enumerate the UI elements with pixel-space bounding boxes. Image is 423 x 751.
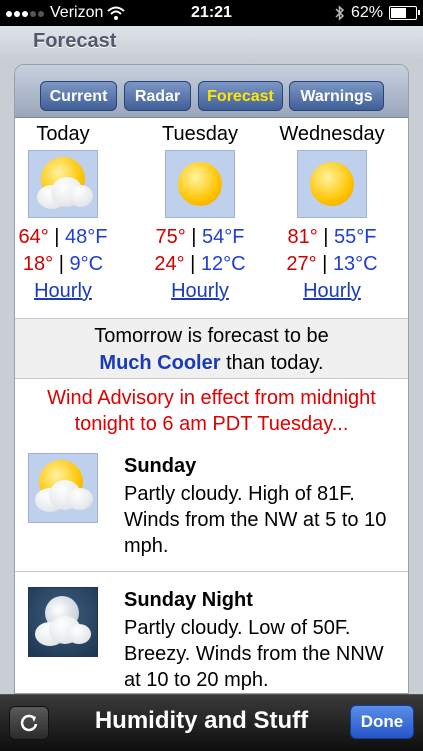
- separator: |: [322, 253, 328, 275]
- tab-bar: Current Radar Forecast Warnings: [15, 65, 408, 118]
- tab-forecast[interactable]: Forecast: [198, 81, 283, 111]
- low-f: 54°F: [202, 226, 245, 248]
- sunny-icon: [297, 150, 367, 218]
- temps-f: 64° | 48°F: [15, 224, 123, 251]
- temps-c: 24° | 12°C: [140, 251, 260, 278]
- battery-percent: 62%: [350, 4, 383, 21]
- toolbar-title: Humidity and Stuff: [94, 707, 309, 734]
- forecast-title: Sunday Night: [124, 589, 253, 611]
- tomorrow-change-line: Much Cooler than today.: [15, 350, 408, 377]
- hourly-link-today[interactable]: Hourly: [15, 278, 123, 304]
- bluetooth-icon: [335, 5, 345, 21]
- temps-c: 18° | 9°C: [15, 251, 123, 278]
- sunny-icon: [165, 150, 235, 218]
- wind-advisory[interactable]: Wind Advisory in effect from midnight to…: [15, 385, 408, 437]
- status-bar: Verizon 21:21 62%: [0, 0, 423, 26]
- tab-warnings[interactable]: Warnings: [289, 81, 384, 111]
- tab-current[interactable]: Current: [40, 81, 117, 111]
- temps-c: 27° | 13°C: [272, 251, 392, 278]
- high-f: 81°: [287, 226, 318, 248]
- tomorrow-change: Much Cooler: [99, 352, 221, 374]
- divider: [15, 571, 408, 572]
- low-c: 9°C: [69, 253, 104, 275]
- high-c: 27°: [286, 253, 317, 275]
- tomorrow-line: Tomorrow is forecast to be: [94, 325, 329, 347]
- forecast-title: Sunday: [124, 455, 197, 477]
- forecast-text: Partly cloudy. High of 81F. Winds from t…: [124, 483, 387, 557]
- low-f: 55°F: [334, 226, 377, 248]
- tomorrow-suffix: than today.: [226, 352, 324, 374]
- refresh-icon: [20, 714, 38, 732]
- high-c: 24°: [154, 253, 185, 275]
- bottom-toolbar: Humidity and Stuff Done: [0, 694, 423, 751]
- temps-f: 81° | 55°F: [272, 224, 392, 251]
- tomorrow-summary: Tomorrow is forecast to be Much Cooler t…: [15, 318, 408, 379]
- low-c: 12°C: [200, 253, 246, 275]
- partly-cloudy-night-icon: [28, 587, 98, 657]
- header-bar: Forecast: [0, 26, 423, 62]
- partly-cloudy-icon: [28, 150, 98, 218]
- separator: |: [323, 226, 329, 248]
- tab-radar[interactable]: Radar: [124, 81, 191, 111]
- status-right: 62%: [335, 4, 420, 22]
- temps-f: 75° | 54°F: [140, 224, 260, 251]
- battery-icon: [389, 6, 420, 20]
- day-name: Tuesday: [162, 123, 238, 145]
- forecast-text: Partly cloudy. Low of 50F. Breezy. Winds…: [124, 617, 384, 691]
- partly-cloudy-icon: [28, 453, 98, 523]
- high-f: 64°: [18, 226, 49, 248]
- hourly-link-tuesday[interactable]: Hourly: [140, 278, 260, 304]
- day-column-wednesday: Wednesday 81° | 55°F 27° | 13°C Hourly: [272, 123, 392, 304]
- separator: |: [54, 226, 60, 248]
- done-button[interactable]: Done: [350, 705, 414, 739]
- separator: |: [58, 253, 64, 275]
- separator: |: [190, 253, 196, 275]
- separator: |: [191, 226, 197, 248]
- high-c: 18°: [22, 253, 54, 275]
- refresh-button[interactable]: [9, 706, 49, 740]
- page-title: Forecast: [33, 30, 117, 52]
- low-f: 48°F: [65, 226, 108, 248]
- forecast-card: Current Radar Forecast Warnings Today 64…: [14, 64, 409, 694]
- day-name: Today: [36, 123, 90, 145]
- high-f: 75°: [155, 226, 186, 248]
- day-column-today: Today 64° | 48°F 18° | 9°C Hourly: [15, 123, 123, 304]
- hourly-link-wednesday[interactable]: Hourly: [272, 278, 392, 304]
- low-c: 13°C: [332, 253, 378, 275]
- day-column-tuesday: Tuesday 75° | 54°F 24° | 12°C Hourly: [140, 123, 260, 304]
- day-name: Wednesday: [279, 123, 385, 145]
